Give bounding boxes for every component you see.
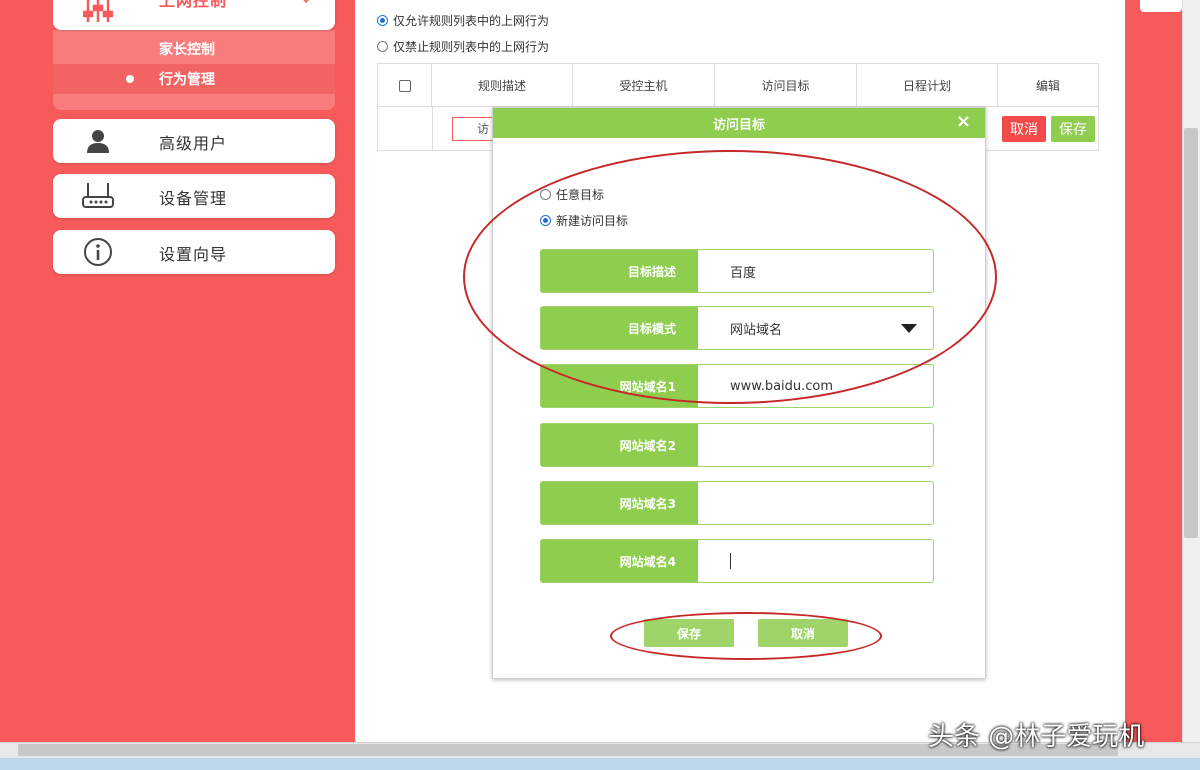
- submenu-panel: 家长控制 行为管理: [53, 30, 335, 110]
- close-icon[interactable]: ×: [956, 112, 971, 132]
- select-all-checkbox[interactable]: [398, 79, 411, 92]
- target-option-label: 新建访问目标: [556, 214, 629, 228]
- field-label: 网站域名2: [541, 424, 698, 466]
- watermark-text: 头条 @林子爱玩机: [928, 722, 1145, 752]
- select-value: 网站域名: [730, 322, 783, 338]
- sidebar-item-internet-control[interactable]: 上网控制: [53, 0, 335, 30]
- active-dot: [126, 75, 134, 83]
- target-description-field: 目标描述 百度: [540, 249, 934, 293]
- dialog-cancel-button[interactable]: 取消: [758, 619, 848, 647]
- radio-button[interactable]: [540, 189, 551, 200]
- mode-option-deny[interactable]: 仅禁止规则列表中的上网行为: [377, 38, 549, 55]
- domain-field-1: 网站域名1 www.baidu.com: [540, 364, 934, 408]
- column-header: 日程计划: [857, 64, 998, 107]
- access-target-dialog: 访问目标 × 任意目标 新建访问目标 目标描述 百度 目标模式 网站域名 网站域…: [492, 107, 986, 679]
- router-icon: [81, 179, 115, 213]
- vertical-scroll-thumb[interactable]: [1184, 128, 1198, 538]
- dropdown-arrow-icon[interactable]: [901, 324, 917, 333]
- save-button[interactable]: 保存: [1051, 116, 1095, 142]
- field-label: 网站域名3: [541, 482, 698, 524]
- target-mode-field: 目标模式 网站域名: [540, 306, 934, 350]
- domain-field-4: 网站域名4: [540, 539, 934, 583]
- target-mode-select[interactable]: 网站域名: [698, 307, 933, 349]
- column-header: 规则描述: [432, 64, 573, 107]
- column-header: 编辑: [1035, 79, 1060, 93]
- dialog-title: 访问目标: [712, 117, 765, 133]
- table-header: 规则描述 受控主机 访问目标 日程计划 编辑: [378, 64, 1098, 107]
- sidebar-item-label: 高级用户: [159, 134, 228, 153]
- sidebar: 家长控制 行为管理 上网控制 高级用户 设备管理 设置向导: [0, 0, 355, 742]
- sidebar-item-setup-wizard[interactable]: 设置向导: [53, 230, 335, 274]
- domain-input-3[interactable]: [698, 482, 933, 524]
- top-right-tab: [1140, 0, 1182, 12]
- heart-icon: [297, 0, 315, 8]
- right-background: [1125, 0, 1182, 742]
- field-label: 网站域名1: [541, 365, 698, 407]
- field-label: 目标描述: [541, 250, 698, 292]
- target-option-label: 任意目标: [556, 188, 605, 202]
- sidebar-item-label: 设置向导: [159, 245, 228, 264]
- domain-field-3: 网站域名3: [540, 481, 934, 525]
- sidebar-subitem-label: 家长控制: [159, 42, 215, 58]
- field-label: 网站域名4: [541, 540, 698, 582]
- info-icon: [81, 235, 115, 269]
- radio-button[interactable]: [377, 41, 388, 52]
- target-option-new[interactable]: 新建访问目标: [540, 212, 628, 229]
- radio-button[interactable]: [377, 15, 388, 26]
- column-header: 受控主机: [573, 64, 715, 107]
- select-all-cell: [378, 64, 432, 107]
- sidebar-item-advanced-users[interactable]: 高级用户: [53, 119, 335, 163]
- sidebar-item-label: 设备管理: [159, 189, 228, 208]
- domain-input-2[interactable]: [698, 424, 933, 466]
- domain-input-1[interactable]: www.baidu.com: [698, 365, 933, 407]
- row-divider: [432, 107, 433, 151]
- target-description-input[interactable]: 百度: [698, 250, 933, 292]
- mode-option-label: 仅禁止规则列表中的上网行为: [393, 40, 550, 54]
- column-header: 访问目标: [715, 64, 857, 107]
- rule-description-input[interactable]: 访: [452, 117, 496, 141]
- text-cursor: [730, 553, 731, 569]
- taskbar: [0, 758, 1200, 770]
- mode-option-allow[interactable]: 仅允许规则列表中的上网行为: [377, 12, 549, 29]
- radio-button[interactable]: [540, 215, 551, 226]
- user-icon: [81, 124, 115, 158]
- domain-input-4[interactable]: [698, 540, 933, 582]
- dialog-save-button[interactable]: 保存: [644, 619, 734, 647]
- sidebar-subitem-behavior-management[interactable]: 行为管理: [53, 64, 335, 94]
- field-label: 目标模式: [541, 307, 698, 349]
- target-option-any[interactable]: 任意目标: [540, 186, 604, 203]
- cancel-button[interactable]: 取消: [1002, 116, 1046, 142]
- sidebar-subitem-parental-control[interactable]: 家长控制: [53, 34, 335, 64]
- domain-field-2: 网站域名2: [540, 423, 934, 467]
- mode-option-label: 仅允许规则列表中的上网行为: [393, 14, 550, 28]
- sidebar-subitem-label: 行为管理: [159, 72, 215, 88]
- dialog-header: 访问目标 ×: [493, 108, 985, 138]
- sidebar-item-label: 上网控制: [159, 0, 228, 10]
- sidebar-item-device-management[interactable]: 设备管理: [53, 174, 335, 218]
- sliders-icon: [81, 0, 115, 28]
